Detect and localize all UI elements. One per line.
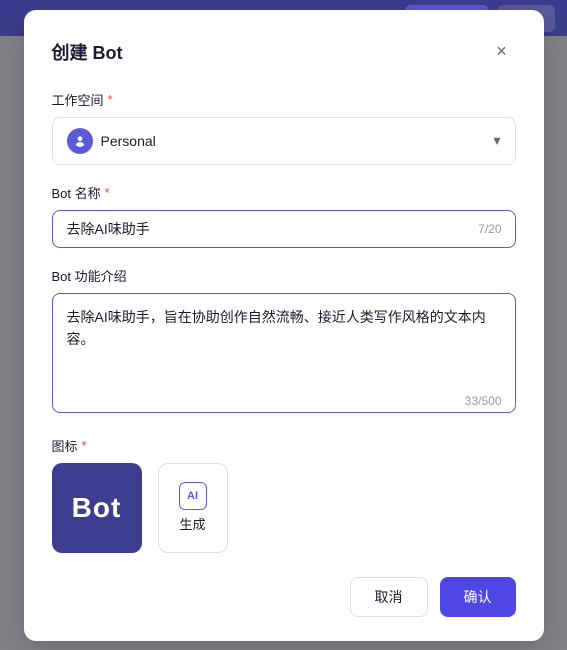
workspace-avatar bbox=[67, 128, 93, 154]
bot-icon-text: Bot bbox=[72, 492, 122, 524]
bot-desc-field-group: Bot 功能介绍 33/500 bbox=[52, 266, 516, 418]
icon-section: 图标 * Bot AI 生成 bbox=[52, 436, 516, 553]
bot-desc-char-count: 33/500 bbox=[465, 394, 502, 408]
generate-icon-label: 生成 bbox=[179, 514, 205, 533]
modal-title: 创建 Bot bbox=[52, 39, 123, 65]
create-bot-modal: 创建 Bot × 工作空间 * Personal bbox=[24, 10, 544, 641]
bot-desc-textarea[interactable] bbox=[52, 293, 516, 413]
bot-name-field-group: Bot 名称 * 7/20 bbox=[52, 183, 516, 248]
icon-label: 图标 * bbox=[52, 436, 516, 455]
close-button[interactable]: × bbox=[488, 38, 516, 66]
cancel-button[interactable]: 取消 bbox=[350, 577, 428, 617]
bot-desc-label: Bot 功能介绍 bbox=[52, 266, 516, 285]
chevron-down-icon: ▾ bbox=[493, 132, 500, 149]
ai-generate-icon: AI bbox=[179, 482, 207, 510]
bot-desc-textarea-wrapper: 33/500 bbox=[52, 293, 516, 418]
bot-icon-preview[interactable]: Bot bbox=[52, 463, 142, 553]
workspace-label: 工作空间 * bbox=[52, 90, 516, 109]
close-icon: × bbox=[496, 41, 507, 62]
workspace-field-group: 工作空间 * Personal ▾ bbox=[52, 90, 516, 165]
modal-header: 创建 Bot × bbox=[52, 38, 516, 66]
bot-name-input[interactable] bbox=[52, 210, 516, 248]
generate-icon-button[interactable]: AI 生成 bbox=[158, 463, 228, 553]
bot-name-label: Bot 名称 * bbox=[52, 183, 516, 202]
bot-name-required-star: * bbox=[105, 185, 110, 200]
bot-name-char-count: 7/20 bbox=[478, 222, 501, 236]
workspace-select[interactable]: Personal ▾ bbox=[52, 117, 516, 165]
bot-name-input-wrapper: 7/20 bbox=[52, 210, 516, 248]
modal-footer: 取消 确认 bbox=[52, 577, 516, 617]
modal-overlay: 创建助手 导入 创建 Bot × 工作空间 * bbox=[0, 0, 567, 650]
confirm-button[interactable]: 确认 bbox=[440, 577, 516, 617]
workspace-value: Personal bbox=[101, 133, 156, 149]
icon-required-star: * bbox=[82, 438, 87, 453]
icon-options: Bot AI 生成 bbox=[52, 463, 516, 553]
workspace-select-left: Personal bbox=[67, 128, 156, 154]
workspace-required-star: * bbox=[108, 92, 113, 107]
